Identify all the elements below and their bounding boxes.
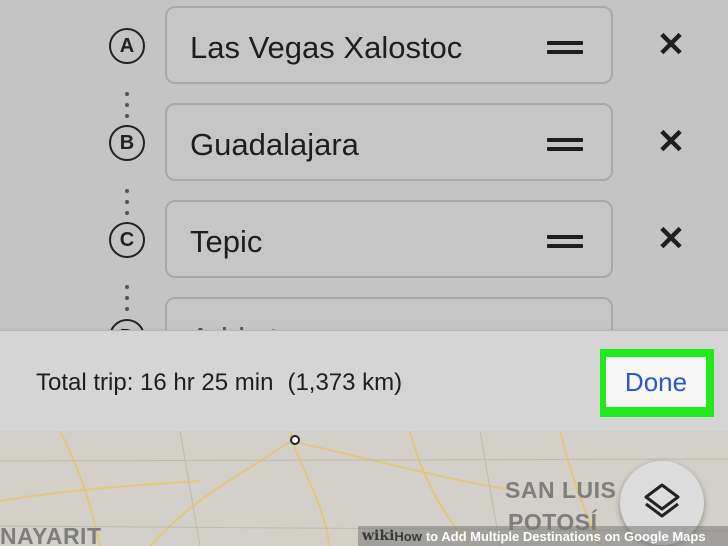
destination-row-d: D Add stop xyxy=(0,297,728,330)
destination-row-a: A Las Vegas Xalostoc ✕ xyxy=(0,6,728,86)
destination-text-b: Guadalajara xyxy=(190,127,359,162)
destination-text-a: Las Vegas Xalostoc xyxy=(190,30,463,65)
marker-d-icon: D xyxy=(109,319,145,330)
marker-a-icon: A xyxy=(109,28,145,64)
drag-handle-icon[interactable] xyxy=(547,138,583,151)
destination-text-d: Add stop xyxy=(190,321,312,330)
map-label-nayarit: NAYARIT xyxy=(0,523,102,546)
total-trip-time: Total trip: 16 hr 25 min xyxy=(36,369,274,396)
done-highlight: Done xyxy=(600,349,714,417)
close-icon[interactable]: ✕ xyxy=(656,222,686,256)
marker-b-icon: B xyxy=(109,125,145,161)
done-button[interactable]: Done xyxy=(606,357,706,407)
marker-c-icon: C xyxy=(109,222,145,258)
destination-text-c: Tepic xyxy=(190,224,263,259)
watermark: wiki How to Add Multiple Destinations on… xyxy=(358,526,728,546)
destination-field-c[interactable]: Tepic xyxy=(165,200,613,278)
destination-field-d[interactable]: Add stop xyxy=(165,297,613,330)
map-label-san-luis: SAN LUIS xyxy=(505,477,617,503)
close-icon[interactable]: ✕ xyxy=(656,125,686,159)
destination-row-b: B Guadalajara ✕ xyxy=(0,103,728,183)
drag-handle-icon[interactable] xyxy=(547,235,583,248)
destination-row-c: C Tepic ✕ xyxy=(0,200,728,280)
watermark-title: to Add Multiple Destinations on Google M… xyxy=(425,528,706,544)
destination-editor: A Las Vegas Xalostoc ✕ B Guadalajara ✕ C… xyxy=(0,0,728,330)
destination-field-a[interactable]: Las Vegas Xalostoc xyxy=(165,6,613,84)
trip-summary-bar: Total trip: 16 hr 25 min (1,373 km) Done xyxy=(0,330,728,431)
trip-summary: Total trip: 16 hr 25 min (1,373 km) xyxy=(36,369,402,397)
watermark-how: How xyxy=(394,528,422,544)
layers-icon xyxy=(644,483,680,518)
destination-field-b[interactable]: Guadalajara xyxy=(165,103,613,181)
close-icon[interactable]: ✕ xyxy=(656,28,686,62)
total-trip-distance: (1,373 km) xyxy=(287,369,403,396)
location-pin-icon xyxy=(290,435,300,445)
watermark-wiki: wiki xyxy=(362,528,395,544)
drag-handle-icon[interactable] xyxy=(547,41,583,54)
